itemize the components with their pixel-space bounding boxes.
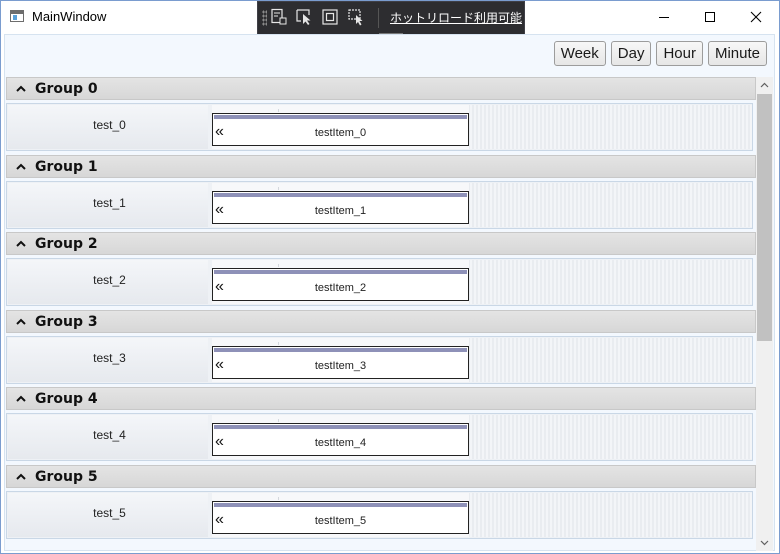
hour-button[interactable]: Hour: [656, 41, 703, 66]
live-visual-tree-button[interactable]: [269, 7, 289, 27]
scroll-down-arrow-icon[interactable]: [760, 540, 769, 546]
display-layout-adorners-button[interactable]: [320, 7, 340, 27]
row-label: test_5: [93, 505, 126, 520]
group-header[interactable]: Group 1: [6, 154, 756, 178]
row-label: test_0: [93, 118, 126, 132]
hot-reload-link[interactable]: ホットリロード利用可能: [390, 9, 522, 26]
gantt-item[interactable]: « testItem_1: [212, 190, 469, 224]
display-layout-adorners-icon: [322, 9, 338, 25]
gantt-row: test_1 « testItem_1: [6, 180, 753, 229]
group-header[interactable]: Group 2: [6, 232, 756, 255]
gantt-item[interactable]: « testItem_5: [212, 500, 469, 534]
minute-button[interactable]: Minute: [707, 41, 767, 66]
item-progress-strip: [214, 347, 467, 352]
item-label: testItem_0: [314, 127, 367, 139]
chevron-up-icon: [16, 163, 26, 170]
track-focus-button[interactable]: [346, 7, 366, 27]
group-5: Group 5 test_5 « testItem_5: [6, 464, 756, 543]
client-area: Week Day Hour Minute Group 0 test_0 « te…: [4, 34, 775, 551]
chevron-up-icon: [16, 240, 26, 247]
item-progress-strip: [214, 502, 467, 507]
group-title: Group 5: [35, 468, 98, 485]
group-header[interactable]: Group 5: [6, 464, 756, 488]
row-label: test_4: [93, 428, 126, 442]
gantt-row: test_4 « testItem_4: [6, 413, 753, 461]
maximize-icon: [705, 11, 715, 22]
chevron-up-icon: [16, 318, 26, 325]
week-button[interactable]: Week: [553, 41, 606, 66]
row-label: test_3: [93, 350, 126, 365]
minimize-icon: [659, 16, 669, 18]
item-label: testItem_1: [314, 204, 367, 217]
toolbar-grip[interactable]: [262, 10, 267, 26]
gantt-row: test_2 « testItem_2: [6, 258, 753, 306]
item-progress-strip: [214, 270, 467, 274]
group-4: Group 4 test_4 « testItem_4: [6, 387, 756, 465]
group-title: Group 3: [35, 313, 98, 330]
item-label: testItem_5: [314, 514, 367, 527]
item-progress-strip: [214, 425, 467, 429]
minimize-button[interactable]: [641, 1, 687, 32]
chevron-up-icon: [16, 473, 26, 480]
close-icon: [750, 11, 762, 22]
group-header[interactable]: Group 4: [6, 387, 756, 410]
chevron-up-icon: [16, 85, 26, 92]
item-progress-strip: [214, 192, 467, 197]
group-1: Group 1 test_1 « testItem_1: [6, 154, 756, 233]
row-label: test_2: [93, 273, 126, 287]
chevron-up-icon: [16, 395, 26, 402]
item-label: testItem_3: [314, 359, 367, 372]
item-label: testItem_4: [314, 437, 367, 449]
gantt-group-list: Group 0 test_0 « testItem_0 Group 1 test…: [6, 77, 756, 551]
group-header[interactable]: Group 0: [6, 77, 756, 100]
group-0: Group 0 test_0 « testItem_0: [6, 77, 756, 155]
collapse-toolbar-button[interactable]: ‹: [511, 8, 515, 23]
toolbar-separator: [378, 8, 379, 28]
close-button[interactable]: [733, 1, 779, 32]
track-focus-icon: [348, 9, 363, 26]
gantt-item[interactable]: « testItem_2: [212, 268, 469, 301]
group-title: Group 1: [35, 158, 98, 175]
gantt-item[interactable]: « testItem_4: [212, 423, 469, 456]
row-label: test_1: [93, 195, 126, 210]
select-element-icon: [296, 9, 311, 25]
live-visual-tree-icon: [271, 8, 287, 25]
group-title: Group 2: [35, 236, 98, 252]
select-element-button[interactable]: [294, 7, 314, 27]
gantt-item[interactable]: « testItem_3: [212, 345, 469, 379]
day-button[interactable]: Day: [610, 41, 652, 66]
zoom-toolbar: Week Day Hour Minute: [553, 41, 767, 66]
group-title: Group 0: [35, 81, 98, 97]
vertical-scrollbar[interactable]: [756, 77, 773, 551]
main-window: MainWindow ホットリロード利用可能 ‹ Week Day Hour M…: [0, 0, 780, 554]
maximize-button[interactable]: [687, 1, 733, 32]
group-title: Group 4: [35, 391, 98, 407]
gantt-row: test_5 « testItem_5: [6, 490, 753, 539]
group-header[interactable]: Group 3: [6, 309, 756, 333]
gantt-row: test_0 « testItem_0: [6, 103, 753, 151]
gantt-row: test_3 « testItem_3: [6, 335, 753, 384]
window-app-icon[interactable]: [10, 10, 24, 22]
window-title: MainWindow: [32, 9, 107, 24]
gantt-item[interactable]: « testItem_0: [212, 113, 469, 146]
item-label: testItem_2: [314, 282, 367, 294]
scroll-thumb[interactable]: [757, 94, 772, 341]
group-2: Group 2 test_2 « testItem_2: [6, 232, 756, 310]
scroll-up-arrow-icon[interactable]: [760, 82, 769, 88]
group-3: Group 3 test_3 « testItem_3: [6, 309, 756, 388]
item-progress-strip: [214, 115, 467, 119]
